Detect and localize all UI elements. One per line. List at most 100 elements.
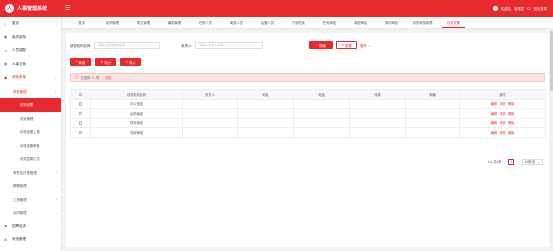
sidebar-subsub-results-summary[interactable]: 绩效结果汇总	[0, 152, 61, 166]
sidebar-item-system[interactable]: ⚙ 系统管理 ›	[0, 233, 61, 247]
select-all-checkbox[interactable]	[78, 92, 83, 97]
sidebar-item-staffing[interactable]: ☺ 人员调配 ›	[0, 44, 61, 58]
sidebar-subsub-label: 绩效结果上报	[20, 130, 40, 135]
export-button[interactable]: ⇪ 导出	[95, 58, 116, 66]
selection-alert: ⓘ 已选择 0 项 清空	[70, 73, 545, 82]
expand-link[interactable]: 展开 ⌄	[360, 43, 371, 48]
tab-post-approval[interactable]: 调岗审批	[376, 17, 407, 28]
selected-count: 0	[92, 75, 94, 80]
org-name-input[interactable]	[94, 41, 161, 49]
sidebar-sub-attendance[interactable]: 考勤及日常管理 ›	[0, 166, 61, 180]
row-select-cell	[70, 108, 91, 119]
row-checkbox[interactable]	[78, 111, 83, 116]
tab-transfer-approval[interactable]: 调配审批	[345, 17, 376, 28]
column-header[interactable]: 绩效机构名称	[90, 89, 183, 100]
tab-retired[interactable]: 离退人员	[221, 17, 252, 28]
row-checkbox[interactable]	[78, 130, 83, 135]
sidebar-item-label: 招聘培训	[12, 223, 26, 228]
prev-page-icon[interactable]: ‹	[504, 160, 505, 164]
sidebar-item-label: 组织架构	[12, 34, 26, 39]
logout-icon[interactable]: ⏻	[527, 6, 530, 11]
page-size-select[interactable]: 10条/页 ⌄	[521, 158, 543, 165]
app-title: 人事管理系统	[17, 6, 48, 12]
actions-cell: 编辑 详情 删除	[459, 117, 546, 128]
sidebar-item-home[interactable]: ⌂ 首页 ›	[0, 17, 61, 31]
tab-staff[interactable]: 任职人员	[190, 17, 221, 28]
tab-org[interactable]: 机构管理	[97, 17, 128, 28]
tab-establishment[interactable]: 编制管理	[159, 17, 190, 28]
delete-link[interactable]: 删除	[508, 121, 514, 125]
column-header[interactable]: 地址	[237, 89, 294, 100]
org-name-cell: 后勤保组	[90, 108, 183, 119]
phone-cell	[293, 108, 350, 119]
sidebar-subsub-results-approval[interactable]: 绩效结果审批	[0, 139, 61, 153]
column-header[interactable]: 传真	[349, 89, 406, 100]
delete-link[interactable]: 删除	[508, 102, 514, 106]
edit-link[interactable]: 编辑	[491, 131, 497, 135]
org-icon: ▦	[4, 35, 8, 40]
tab-reserve[interactable]: 后备人员	[252, 17, 283, 28]
tab-position[interactable]: 职位管理	[128, 17, 159, 28]
delete-link[interactable]: 删除	[508, 112, 514, 116]
sidebar-sub-wages[interactable]: 工资管理 ›	[0, 193, 61, 207]
sidebar-subsub-performance-manage[interactable]: 绩效管理	[0, 112, 61, 126]
edit-link[interactable]: 编辑	[491, 112, 497, 116]
sidebar-item-recruitment[interactable]: ☻ 招聘培训 ›	[0, 220, 61, 234]
column-header[interactable]: 负责人	[182, 89, 238, 100]
top-header: 人 人事管理系统 ☰ 欢迎您，管理员 ⏻ 退出登录	[0, 0, 553, 17]
chevron-right-icon: ›	[56, 197, 57, 202]
tab-performance-settings[interactable]: 绩效设置	[438, 17, 469, 28]
row-select-cell	[70, 98, 91, 109]
fax-cell	[349, 127, 406, 138]
logout-link[interactable]: 退出登录	[533, 6, 547, 11]
sidebar-subsub-label: 绩效结果汇总	[20, 157, 40, 162]
address-cell	[237, 127, 294, 138]
sidebar-item-hr-business[interactable]: ▤ 人事业务 ›	[0, 58, 61, 72]
owner-label: 负责人:	[181, 43, 193, 48]
sidebar-sub-salary[interactable]: 薪酬管理 ›	[0, 179, 61, 193]
search-button-label: 搜索	[319, 43, 326, 48]
row-checkbox[interactable]	[78, 121, 83, 125]
detail-link[interactable]: 详情	[499, 112, 505, 116]
sidebar-item-org[interactable]: ▦ 组织架构 ›	[0, 31, 61, 45]
current-page-button[interactable]: 1	[508, 158, 515, 165]
row-select-cell	[70, 127, 91, 138]
reset-button[interactable]: ↻ 重置	[336, 41, 357, 49]
add-button[interactable]: + 新增	[70, 58, 91, 66]
sidebar-subsub-results-report[interactable]: 绩效结果上报	[0, 125, 61, 139]
import-button[interactable]: ⇩ 导入	[120, 58, 141, 66]
select-all-cell	[70, 89, 91, 100]
tab-performance-mgmt[interactable]: 绩效考核管理	[407, 17, 438, 28]
delete-link[interactable]: 删除	[508, 131, 514, 135]
table-header-row: 绩效机构名称 负责人 地址 电话 传真 邮编 操作	[70, 89, 546, 100]
sidebar-subsub-performance-settings[interactable]: 绩效设置	[0, 98, 61, 112]
avatar[interactable]	[492, 6, 498, 11]
sidebar-item-performance[interactable]: ▣ 绩效考核 ⌄	[0, 71, 61, 85]
sidebar-sub-performance-management[interactable]: 绩效管理 ⌄	[0, 85, 61, 99]
tab-home[interactable]: 首页	[66, 17, 97, 28]
row-checkbox[interactable]	[78, 102, 83, 106]
detail-link[interactable]: 详情	[499, 121, 505, 125]
user-area: 欢迎您，管理员 ⏻ 退出登录	[492, 0, 547, 17]
edit-link[interactable]: 编辑	[491, 102, 497, 106]
address-cell	[237, 108, 294, 119]
clear-selection-link[interactable]: 清空	[105, 75, 111, 80]
owner-input[interactable]	[195, 41, 264, 49]
sidebar: ⌂ 首页 › ▦ 组织架构 › ☺ 人员调配 › ▤ 人事业务 › ▣ 绩效考核…	[0, 17, 62, 251]
edit-link[interactable]: 编辑	[491, 121, 497, 125]
page-size-value: 10条/页	[524, 160, 536, 164]
tab-appointment[interactable]: 干部任免	[283, 17, 314, 28]
column-header[interactable]: 邮编	[405, 89, 460, 100]
tab-appointment-approval[interactable]: 任免审批	[314, 17, 345, 28]
document-icon: ▤	[4, 62, 8, 67]
column-header[interactable]: 电话	[293, 89, 350, 100]
add-button-label: 新增	[78, 60, 86, 65]
search-button[interactable]: ⌕ 搜索	[309, 41, 333, 49]
menu-toggle-icon[interactable]: ☰	[65, 5, 70, 12]
owner-cell	[182, 108, 238, 119]
next-page-icon[interactable]: ›	[517, 160, 518, 164]
detail-link[interactable]: 详情	[499, 131, 505, 135]
column-header: 操作	[459, 89, 546, 100]
sidebar-sub-contract[interactable]: 合同管理 ›	[0, 206, 61, 220]
detail-link[interactable]: 详情	[499, 102, 505, 106]
